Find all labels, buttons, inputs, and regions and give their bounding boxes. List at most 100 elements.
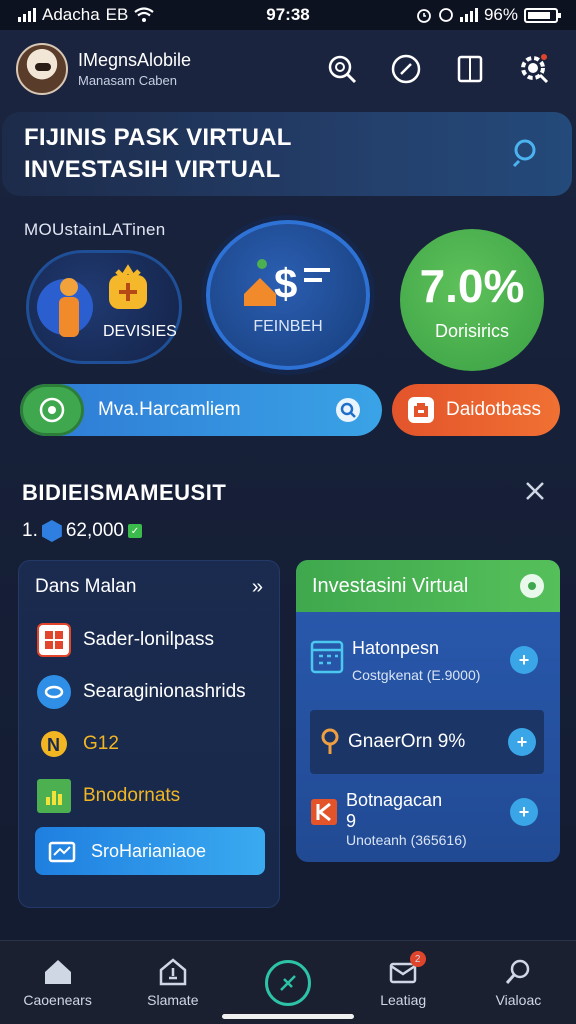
alarm-icon	[417, 9, 431, 23]
list-item-label: Sader-lonilpass	[83, 629, 214, 650]
key-icon	[321, 728, 339, 754]
notification-badge: 2	[409, 951, 426, 967]
chevron-right-icon[interactable]: »	[252, 576, 263, 599]
finance-label: FEINBEH	[253, 318, 323, 335]
hexagon-icon	[41, 520, 62, 542]
battery-percent: 96%	[483, 5, 518, 24]
signal-icon	[18, 8, 36, 22]
grid-icon	[37, 623, 71, 657]
hero-banner[interactable]: FIJINIS PASK VIRTUAL INVESTASIH VIRTUAL	[2, 112, 572, 196]
nav-label: Leatiag	[380, 991, 427, 1008]
finance-card[interactable]: $ FEINBEH	[206, 220, 370, 370]
row-title: Hatonpesn	[352, 638, 440, 658]
settings-search-icon[interactable]	[516, 51, 552, 87]
row-detail: Unoteanh (365616)	[346, 832, 467, 848]
primary-action-bar[interactable]: Mva.Harcamliem	[20, 384, 382, 436]
check-icon: ✓	[127, 524, 142, 538]
carrier-name: Adacha	[42, 5, 100, 24]
calendar-icon	[310, 638, 344, 679]
nav-label: Vialoac	[495, 991, 542, 1008]
app-header: IMegnsAlobile Manasam Caben	[0, 30, 576, 108]
storefront-icon	[408, 397, 434, 423]
add-button[interactable]: +	[510, 646, 538, 674]
list-item[interactable]: N G12	[37, 727, 119, 761]
left-panel: Dans Malan » Sader-lonilpass Searaginion…	[18, 560, 280, 908]
secondary-action-bar[interactable]: Daidotbass	[392, 384, 560, 436]
balance-prefix: 1.	[22, 520, 38, 541]
do-not-disturb-icon	[439, 8, 453, 22]
hero-title-line1: FIJINIS PASK VIRTUAL	[24, 124, 292, 151]
dividends-card[interactable]: 7.0% Dorisirics	[400, 229, 544, 371]
hero-title-line2: INVESTASIH VIRTUAL	[24, 156, 281, 183]
primary-search-icon[interactable]	[336, 398, 360, 422]
search-icon	[506, 959, 530, 984]
balance-title: BIDIEISMAMEUSIT	[22, 480, 227, 505]
balance-value: 1. 62,000 ✓	[22, 520, 142, 542]
nav-label: Slamate	[147, 991, 199, 1008]
chat-icon	[37, 675, 71, 709]
nav-home[interactable]: Caoenears	[0, 941, 115, 1024]
list-item[interactable]: Searaginionashrids	[37, 675, 246, 709]
svg-text:$: $	[274, 260, 297, 307]
list-item-label: Searaginionashrids	[83, 681, 246, 702]
active-list-item[interactable]: SroHarianiaoe	[35, 827, 265, 875]
left-panel-title: Dans Malan	[35, 576, 137, 597]
nav-search[interactable]: Vialoac	[461, 941, 576, 1024]
add-button[interactable]: +	[508, 728, 536, 756]
wifi-icon	[134, 7, 155, 22]
nav-messages[interactable]: 2 Leatiag	[346, 941, 461, 1024]
svg-text:N: N	[47, 735, 60, 755]
devices-label: DEVISIES	[103, 323, 177, 340]
info-icon[interactable]	[520, 574, 544, 598]
app-name: IMegnsAlobile	[78, 50, 192, 70]
nav-compass[interactable]	[230, 941, 345, 1024]
left-panel-header[interactable]: Dans Malan »	[19, 561, 279, 613]
right-panel-title: Investasini Virtual	[312, 574, 469, 597]
home-icon	[44, 959, 71, 984]
nav-label: Caoenears	[23, 991, 92, 1008]
status-bar: Adacha EB 97:38 96%	[0, 0, 576, 30]
app-subtitle: Manasam Caben	[78, 73, 177, 88]
dollar-house-icon: $	[244, 259, 330, 307]
active-item-label: SroHarianiaoe	[91, 840, 207, 861]
person-icon	[37, 278, 93, 337]
book-icon[interactable]	[452, 51, 488, 87]
section-label: MOUstainLATinen	[24, 220, 166, 239]
row-title: GnaerOrn 9%	[348, 731, 466, 752]
row-detail: Costgkenat (E.9000)	[352, 667, 481, 683]
money-bag-icon	[109, 264, 147, 309]
calculator-icon	[159, 957, 187, 985]
status-time: 97:38	[266, 5, 310, 24]
avatar[interactable]	[16, 43, 68, 95]
right-panel-header[interactable]: Investasini Virtual	[296, 560, 560, 612]
orange-k-icon	[310, 790, 338, 831]
bottom-navigation: Caoenears Slamate 2 Leatiag Vialoac	[0, 940, 576, 1024]
compass-icon	[265, 959, 311, 1006]
list-item[interactable]: Sader-lonilpass	[37, 623, 214, 657]
list-item-label: Bnodornats	[83, 785, 181, 806]
nav-calculator[interactable]: Slamate	[115, 941, 230, 1024]
balance-amount: 62,000	[65, 520, 124, 541]
dividends-value: 7.0%	[419, 259, 525, 312]
primary-action-label: Mva.Harcamliem	[98, 399, 241, 420]
search-icon[interactable]	[324, 51, 360, 87]
row-title: Botnagacan	[346, 790, 443, 810]
dividends-label: Dorisirics	[435, 320, 509, 341]
list-item[interactable]: Bnodornats	[37, 779, 180, 813]
investment-row-highlight[interactable]: GnaerOrn 9% +	[310, 710, 544, 774]
compass-icon[interactable]	[388, 51, 424, 87]
devices-card[interactable]: DEVISIES	[26, 250, 182, 364]
investment-row[interactable]: Botnagacan 9 Unoteanh (365616) +	[310, 790, 546, 848]
battery-icon	[524, 7, 561, 23]
hero-search-icon[interactable]	[510, 136, 544, 175]
signal-strength-icon	[459, 8, 478, 22]
carrier-extra: EB	[105, 5, 129, 24]
list-item-label: G12	[83, 733, 119, 754]
add-button[interactable]: +	[510, 798, 538, 826]
home-indicator[interactable]	[222, 1014, 354, 1019]
chart-icon	[37, 779, 71, 813]
close-icon[interactable]	[524, 480, 546, 507]
row-title-line2: 9	[346, 811, 357, 831]
secondary-action-label: Daidotbass	[446, 399, 542, 420]
investment-row[interactable]: Hatonpesn Costgkenat (E.9000) +	[310, 638, 546, 683]
